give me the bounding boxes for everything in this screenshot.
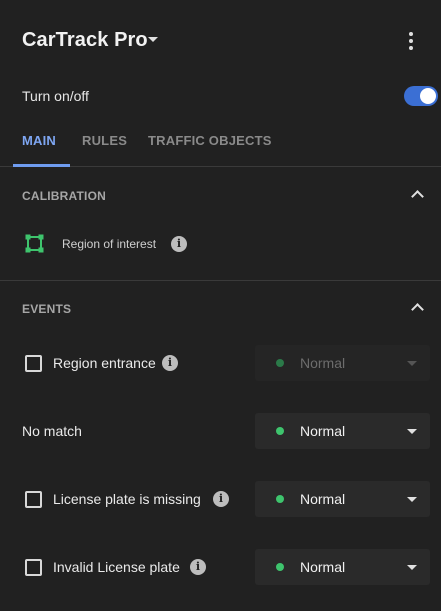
event-label: License plate is missing (53, 491, 201, 507)
caret-down-icon[interactable] (407, 429, 417, 434)
invalid-license-plate-level-select[interactable]: Normal (255, 549, 430, 585)
caret-down-icon[interactable] (407, 497, 417, 502)
more-options-icon[interactable] (404, 30, 418, 52)
app-header: CarTrack Pro (0, 0, 441, 80)
no-match-level-select[interactable]: Normal (255, 413, 430, 449)
status-dot-icon (276, 427, 284, 435)
power-toggle[interactable] (404, 86, 438, 106)
status-dot-icon (276, 495, 284, 503)
event-row-invalid-license-plate: Invalid License plate i Normal (0, 549, 441, 585)
tab-main[interactable]: MAIN (22, 133, 56, 148)
event-label: Region entrance (53, 355, 156, 371)
roi-label: Region of interest (62, 237, 157, 251)
license-plate-missing-level-select[interactable]: Normal (255, 481, 430, 517)
power-row: Turn on/off (0, 80, 441, 112)
active-tab-indicator (13, 164, 70, 167)
caret-down-icon (407, 361, 417, 366)
info-icon[interactable]: i (213, 491, 229, 507)
toggle-knob (420, 88, 436, 104)
event-label: No match (22, 423, 82, 439)
event-row-no-match: No match Normal (0, 413, 441, 449)
status-dot-icon (276, 563, 284, 571)
invalid-license-plate-checkbox[interactable] (25, 559, 42, 576)
tab-bar: MAIN RULES TRAFFIC OBJECTS (0, 120, 441, 167)
events-section-header[interactable]: EVENTS (0, 294, 441, 324)
calibration-title: CALIBRATION (22, 189, 106, 203)
status-dot-icon (276, 359, 284, 367)
section-divider (0, 280, 441, 281)
polygon-region-icon (25, 234, 44, 253)
caret-down-icon[interactable] (407, 565, 417, 570)
level-value: Normal (300, 491, 346, 507)
calibration-section-header[interactable]: CALIBRATION (0, 181, 441, 211)
tab-rules[interactable]: RULES (82, 133, 127, 148)
region-entrance-checkbox[interactable] (25, 355, 42, 372)
chevron-up-icon[interactable] (411, 190, 424, 203)
level-value: Normal (300, 355, 346, 371)
event-row-region-entrance: Region entrance i Normal (0, 345, 441, 381)
caret-down-icon[interactable] (148, 37, 158, 42)
event-label: Invalid License plate (53, 559, 180, 575)
info-icon[interactable]: i (162, 355, 178, 371)
chevron-up-icon[interactable] (411, 303, 424, 316)
level-value: Normal (300, 423, 346, 439)
license-plate-missing-checkbox[interactable] (25, 491, 42, 508)
region-of-interest-item[interactable]: Region of interest i (0, 228, 441, 260)
power-label: Turn on/off (22, 88, 89, 104)
level-value: Normal (300, 559, 346, 575)
events-title: EVENTS (22, 302, 72, 316)
tab-traffic-objects[interactable]: TRAFFIC OBJECTS (148, 133, 272, 148)
info-icon[interactable]: i (190, 559, 206, 575)
app-title-dropdown[interactable]: CarTrack Pro (22, 29, 148, 52)
event-row-license-plate-missing: License plate is missing i Normal (0, 481, 441, 517)
region-entrance-level-select: Normal (255, 345, 430, 381)
info-icon[interactable]: i (171, 236, 187, 252)
